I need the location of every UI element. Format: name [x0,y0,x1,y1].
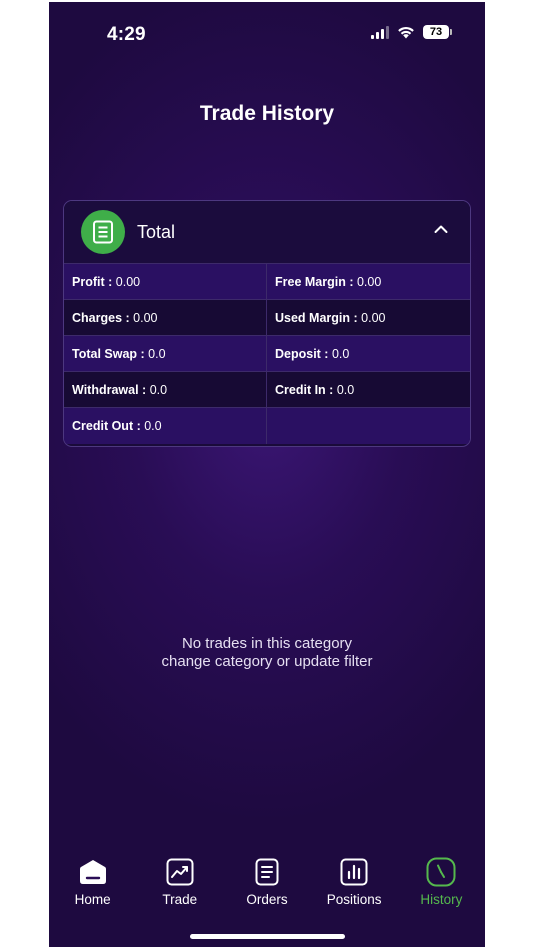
stat-credit-in: Credit In : 0.0 [267,372,470,408]
phone-screen: 4:29 73 Trade History Total Profit: 0.0… [49,2,485,947]
page-title: Trade History [199,102,335,125]
stat-empty-cell [267,408,470,444]
status-icons: 73 [371,25,452,39]
trade-chart-icon [166,858,194,886]
nav-orders-label: Orders [246,892,288,907]
nav-history[interactable]: History [401,857,481,907]
nav-home-label: Home [74,892,111,907]
bottom-nav: Home Trade Orders Positions History [49,857,485,907]
history-clock-icon [426,857,456,887]
home-indicator[interactable] [190,934,345,939]
nav-history-label: History [420,892,463,907]
nav-orders[interactable]: Orders [227,857,307,907]
stat-profit: Profit : 0.00 [64,264,267,300]
nav-home[interactable]: Home [53,857,133,907]
stat-withdrawal: Withdrawal : 0.0 [64,372,267,408]
total-title: Total [137,221,176,242]
stat-charges: Charges : 0.00 [64,300,267,336]
nav-positions-label: Positions [326,892,382,907]
stat-free-margin: Free Margin : 0.00 [267,264,470,300]
nav-trade-label: Trade [162,892,198,907]
wifi-icon [398,26,414,38]
document-icon [81,210,125,254]
chevron-up-icon[interactable] [434,224,448,234]
signal-icon [371,25,389,39]
home-icon [79,860,106,884]
total-summary-card: Total Profit : 0.00 Free Margin : 0.00 C… [63,200,471,447]
stat-used-margin: Used Margin : 0.00 [267,300,470,336]
stat-credit-out: Credit Out : 0.0 [64,408,267,444]
positions-icon [340,858,368,886]
orders-icon [255,858,279,886]
nav-trade[interactable]: Trade [140,857,220,907]
empty-state-message: No trades in this category change catego… [49,635,485,671]
total-stats-grid: Profit : 0.00 Free Margin : 0.00 Charges… [64,264,470,444]
status-time: 4:29 [107,24,146,45]
battery-icon: 73 [423,25,452,39]
empty-state-line1: No trades in this category [181,635,353,652]
nav-positions[interactable]: Positions [314,857,394,907]
stat-deposit: Deposit : 0.0 [267,336,470,372]
stat-total-swap: Total Swap : 0.0 [64,336,267,372]
empty-state-line2: change category or update filter [161,653,373,670]
total-card-header[interactable]: Total [64,201,470,264]
